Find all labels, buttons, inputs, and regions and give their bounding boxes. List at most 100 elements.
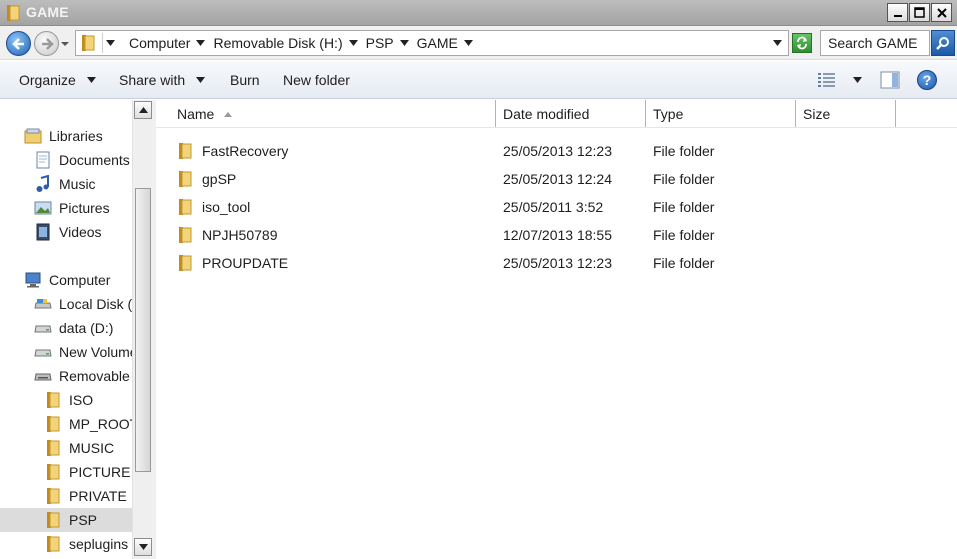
share-with-button[interactable]: Share with <box>119 61 206 99</box>
close-icon <box>936 7 947 18</box>
column-type[interactable]: Type <box>646 100 796 128</box>
scroll-down-button[interactable] <box>134 538 152 556</box>
file-name: NPJH50789 <box>202 227 278 243</box>
search-input[interactable] <box>821 31 929 55</box>
file-type: File folder <box>653 171 715 187</box>
chevron-down-icon[interactable] <box>463 40 473 46</box>
arrow-right-icon <box>41 37 54 50</box>
separator <box>102 33 103 53</box>
folder-icon <box>178 142 192 160</box>
refresh-button[interactable] <box>792 33 812 53</box>
help-icon: ? <box>922 72 932 88</box>
search-icon <box>936 37 949 50</box>
file-name: PROUPDATE <box>202 255 289 271</box>
column-date-modified[interactable]: Date modified <box>496 100 646 128</box>
sidebar-item-psp[interactable]: PSP <box>0 508 132 532</box>
chevron-down-icon[interactable] <box>196 40 206 46</box>
file-type: File folder <box>653 199 715 215</box>
navigation-pane: Libraries Documents Music Pictures Video… <box>0 100 132 559</box>
burn-button[interactable]: Burn <box>230 61 260 99</box>
organize-button[interactable]: Organize <box>19 61 96 99</box>
table-row[interactable]: gpSP 25/05/2013 12:24 File folder <box>170 165 910 193</box>
sidebar-item-picture[interactable]: PICTURE <box>44 460 132 484</box>
hard-drive-icon <box>34 295 52 313</box>
sidebar-item-removable[interactable]: Removable <box>34 364 132 388</box>
chevron-down-icon <box>196 77 206 83</box>
chevron-down-icon[interactable] <box>399 40 409 46</box>
address-field[interactable]: Computer Removable Disk (H:) PSP GAME <box>75 30 789 56</box>
folder-icon <box>44 391 62 409</box>
close-button[interactable] <box>931 3 952 22</box>
preview-pane-icon[interactable] <box>880 71 900 89</box>
file-date: 25/05/2011 3:52 <box>503 199 604 215</box>
arrow-left-icon <box>11 37 24 50</box>
file-name: gpSP <box>202 171 237 187</box>
documents-icon <box>34 151 52 169</box>
sidebar-item-music[interactable]: Music <box>34 172 132 196</box>
table-row[interactable]: FastRecovery 25/05/2013 12:23 File folde… <box>170 137 910 165</box>
file-type: File folder <box>653 143 715 159</box>
table-row[interactable]: iso_tool 25/05/2011 3:52 File folder <box>170 193 910 221</box>
recent-pages-dropdown-icon[interactable] <box>61 40 69 48</box>
sidebar-item-seplugins[interactable]: seplugins <box>44 532 132 556</box>
music-icon <box>34 175 52 193</box>
new-folder-button[interactable]: New folder <box>283 61 350 99</box>
hard-drive-icon <box>34 343 52 361</box>
sidebar-item-new-volume[interactable]: New Volume <box>34 340 132 364</box>
column-name[interactable]: Name <box>170 100 496 128</box>
chevron-down-icon[interactable] <box>348 40 358 46</box>
minimize-button[interactable] <box>887 3 908 22</box>
breadcrumb-computer[interactable]: Computer <box>129 35 206 51</box>
help-button[interactable]: ? <box>917 70 937 90</box>
sidebar-item-data[interactable]: data (D:) <box>34 316 132 340</box>
breadcrumb-root-arrow[interactable] <box>106 40 121 46</box>
address-bar: Computer Removable Disk (H:) PSP GAME <box>0 26 957 60</box>
refresh-icon <box>797 36 807 50</box>
folder-icon <box>44 535 62 553</box>
file-name: FastRecovery <box>202 143 289 159</box>
search-button[interactable] <box>931 30 955 56</box>
sidebar-item-libraries[interactable]: Libraries <box>24 124 132 148</box>
view-options-dropdown-icon[interactable] <box>853 77 862 83</box>
sidebar-item-music-folder[interactable]: MUSIC <box>44 436 132 460</box>
videos-icon <box>34 223 52 241</box>
sidebar-item-computer[interactable]: Computer <box>24 268 132 292</box>
navigation-scrollbar[interactable] <box>132 100 152 559</box>
sidebar-item-mp-root[interactable]: MP_ROOT <box>44 412 132 436</box>
sidebar-item-iso[interactable]: ISO <box>44 388 132 412</box>
sidebar-item-documents[interactable]: Documents <box>34 148 132 172</box>
maximize-icon <box>914 7 925 18</box>
folder-icon <box>81 34 95 55</box>
breadcrumb-removable-disk[interactable]: Removable Disk (H:) <box>213 35 358 51</box>
folder-icon <box>44 511 62 529</box>
view-details-icon[interactable] <box>817 72 837 88</box>
maximize-button[interactable] <box>909 3 930 22</box>
file-name: iso_tool <box>202 199 251 215</box>
file-list: Name Date modified Type Size FastRecover… <box>156 100 957 559</box>
folder-icon <box>44 487 62 505</box>
search-field[interactable] <box>820 30 930 56</box>
address-history-dropdown-icon[interactable] <box>773 40 782 46</box>
sidebar-item-pictures[interactable]: Pictures <box>34 196 132 220</box>
sidebar-item-private[interactable]: PRIVATE <box>44 484 132 508</box>
forward-button[interactable] <box>34 31 59 56</box>
file-type: File folder <box>653 227 715 243</box>
removable-drive-icon <box>34 367 52 385</box>
file-date: 25/05/2013 12:23 <box>503 255 612 271</box>
sidebar-item-videos[interactable]: Videos <box>34 220 132 244</box>
file-type: File folder <box>653 255 715 271</box>
folder-icon <box>178 198 192 216</box>
back-button[interactable] <box>6 31 31 56</box>
libraries-icon <box>24 127 42 145</box>
breadcrumb-psp[interactable]: PSP <box>366 35 409 51</box>
breadcrumb-game[interactable]: GAME <box>417 35 473 51</box>
table-row[interactable]: PROUPDATE 25/05/2013 12:23 File folder <box>170 249 910 277</box>
sidebar-item-local-disk[interactable]: Local Disk (C:) <box>34 292 132 316</box>
scroll-thumb[interactable] <box>135 188 151 472</box>
computer-icon <box>24 271 42 289</box>
file-date: 25/05/2013 12:23 <box>503 143 612 159</box>
scroll-up-button[interactable] <box>134 101 152 119</box>
command-bar: Organize Share with Burn New folder ? <box>0 61 957 99</box>
column-size[interactable]: Size <box>796 100 896 128</box>
table-row[interactable]: NPJH50789 12/07/2013 18:55 File folder <box>170 221 910 249</box>
